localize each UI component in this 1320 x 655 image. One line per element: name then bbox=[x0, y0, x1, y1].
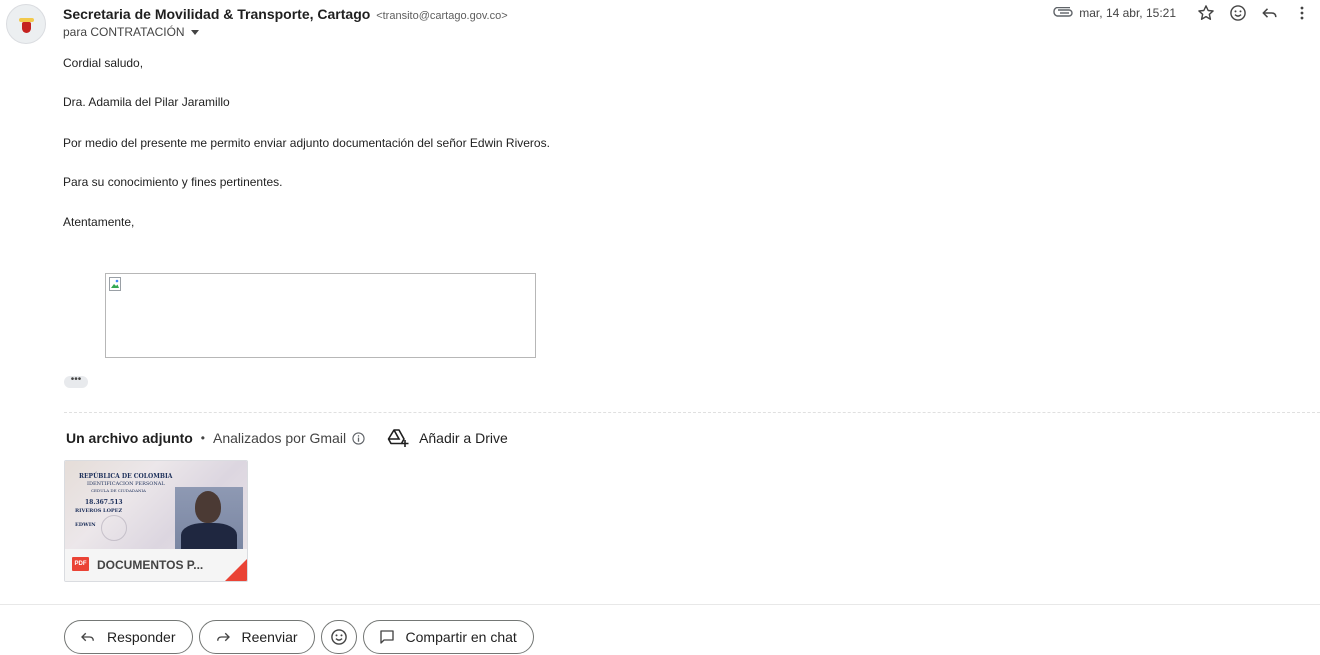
emoji-icon[interactable] bbox=[1224, 0, 1252, 26]
reply-icon bbox=[81, 632, 94, 642]
crest-shield bbox=[22, 22, 31, 33]
message-date: mar, 14 abr, 15:21 bbox=[1079, 6, 1176, 20]
attachment-icon bbox=[1051, 5, 1075, 21]
chevron-down-icon[interactable] bbox=[190, 30, 199, 36]
id-photo bbox=[175, 487, 243, 553]
attachment-footer: PDF DOCUMENTOS P... bbox=[65, 549, 247, 581]
addressee: Dra. Adamila del Pilar Jaramillo bbox=[63, 95, 230, 109]
emoji-reaction-button[interactable] bbox=[320, 620, 357, 654]
star-icon[interactable] bbox=[1192, 0, 1220, 26]
forward-label: Reenviar bbox=[241, 629, 298, 645]
attachments-header: Un archivo adjunto • Analizados por Gmai… bbox=[66, 428, 508, 448]
attachment-thumbnail: REPÚBLICA DE COLOMBIA IDENTIFICACION PER… bbox=[65, 461, 247, 553]
recipient-line[interactable]: para CONTRATACIÓN bbox=[63, 24, 199, 40]
forward-icon bbox=[216, 632, 230, 642]
drive-add-icon bbox=[387, 429, 409, 447]
reply-button[interactable]: Responder bbox=[64, 620, 193, 654]
add-to-drive-button[interactable]: Añadir a Drive bbox=[387, 428, 508, 448]
page-fold-corner bbox=[225, 559, 247, 581]
emoji-icon bbox=[330, 629, 347, 645]
info-icon[interactable] bbox=[352, 431, 365, 445]
broken-image-icon bbox=[109, 277, 121, 291]
broken-signature-image bbox=[105, 273, 536, 358]
message-meta: mar, 14 abr, 15:21 bbox=[1051, 0, 1320, 26]
attachment-card[interactable]: REPÚBLICA DE COLOMBIA IDENTIFICACION PER… bbox=[64, 460, 248, 582]
add-to-drive-label: Añadir a Drive bbox=[419, 430, 508, 446]
sender-email: <transito@cartago.gov.co> bbox=[376, 10, 508, 22]
forward-button[interactable]: Reenviar bbox=[198, 620, 315, 654]
share-in-chat-label: Compartir en chat bbox=[405, 629, 517, 645]
greeting: Cordial saludo, bbox=[63, 56, 144, 70]
scanned-label: Analizados por Gmail bbox=[213, 430, 347, 446]
reply-actions: Responder Reenviar Compartir en chat bbox=[64, 620, 540, 654]
sender-avatar[interactable] bbox=[6, 4, 46, 44]
separator-dot: • bbox=[200, 431, 205, 445]
body-paragraph-2: Para su conocimiento y fines pertinentes… bbox=[63, 175, 283, 189]
pdf-icon: PDF bbox=[72, 557, 89, 571]
sender-name[interactable]: Secretaria de Movilidad & Transporte, Ca… bbox=[63, 6, 370, 22]
id-surname: RIVEROS LOPEZ bbox=[75, 508, 123, 514]
attachment-count: Un archivo adjunto bbox=[66, 430, 193, 446]
body-paragraph-1: Por medio del presente me permito enviar… bbox=[63, 136, 550, 150]
id-doc-type: CEDULA DE CIUDADANIA bbox=[91, 488, 146, 493]
reply-label: Responder bbox=[107, 629, 176, 645]
show-trimmed-content-button[interactable]: ••• bbox=[64, 375, 88, 388]
id-given-name: EDWIN bbox=[75, 522, 96, 528]
photo-head bbox=[195, 491, 221, 523]
id-title: IDENTIFICACION PERSONAL bbox=[87, 481, 165, 487]
recipient-label: para CONTRATACIÓN bbox=[63, 25, 185, 39]
reply-icon[interactable] bbox=[1256, 0, 1284, 26]
more-vert-icon[interactable] bbox=[1288, 0, 1316, 26]
id-country: REPÚBLICA DE COLOMBIA bbox=[79, 473, 173, 480]
sender-line: Secretaria de Movilidad & Transporte, Ca… bbox=[63, 5, 508, 25]
attachments-divider bbox=[64, 412, 1320, 413]
actions-divider bbox=[0, 604, 1320, 605]
chat-icon bbox=[379, 630, 394, 644]
id-number: 18.367.513 bbox=[85, 499, 123, 506]
id-seal bbox=[101, 515, 127, 541]
attachment-filename: DOCUMENTOS P... bbox=[97, 558, 204, 572]
closing: Atentamente, bbox=[63, 215, 135, 229]
share-in-chat-button[interactable]: Compartir en chat bbox=[362, 620, 534, 654]
